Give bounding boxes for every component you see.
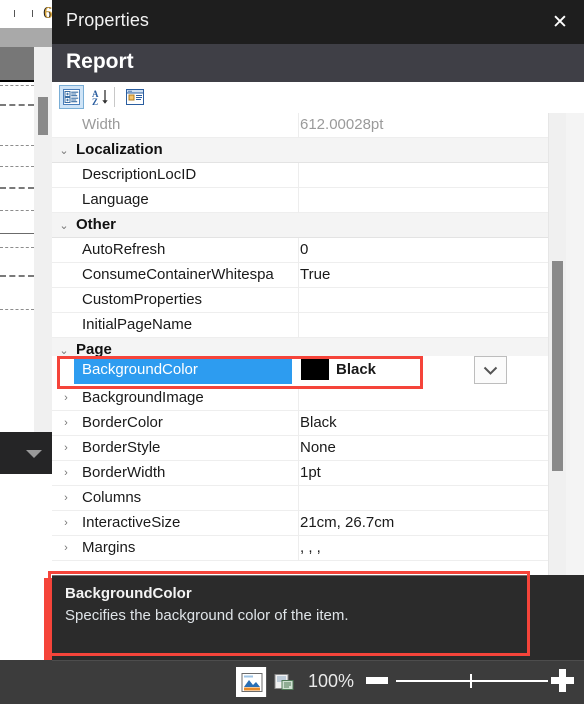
property-value[interactable]: None <box>300 436 544 460</box>
table-row[interactable]: Language <box>52 188 548 213</box>
zoom-slider-tick <box>470 674 472 688</box>
designer-scrollbar-thumb[interactable] <box>38 97 48 135</box>
table-row[interactable]: › BackgroundImage <box>52 386 548 411</box>
table-row[interactable]: › Columns <box>52 486 548 511</box>
property-name: AutoRefresh <box>82 241 166 258</box>
property-value[interactable] <box>300 163 544 187</box>
property-name: Margins <box>82 539 136 556</box>
property-name: BackgroundImage <box>82 389 204 406</box>
zoom-slider-track[interactable] <box>396 680 548 682</box>
panel-title: Properties <box>66 10 150 30</box>
chevron-right-icon[interactable]: › <box>58 436 74 460</box>
property-name: DescriptionLocID <box>82 166 197 183</box>
table-row[interactable]: › BorderColor Black <box>52 411 548 436</box>
property-value[interactable] <box>300 288 544 312</box>
alphabetical-sort-button[interactable]: A Z <box>88 85 113 109</box>
designer-band-divider <box>0 80 34 82</box>
chevron-right-icon[interactable]: › <box>58 461 74 485</box>
table-row[interactable]: › InteractiveSize 21cm, 26.7cm <box>52 511 548 536</box>
properties-grid: Width 612.00028pt ⌄ Localization Descrip… <box>52 113 584 575</box>
property-name: BorderColor <box>82 414 163 431</box>
category-row-other[interactable]: ⌄ Other <box>52 213 548 238</box>
grid-scrollbar-thumb[interactable] <box>552 261 563 471</box>
table-row[interactable]: ConsumeContainerWhitespa True <box>52 263 548 288</box>
chevron-right-icon[interactable]: › <box>58 536 74 560</box>
table-row[interactable]: AutoRefresh 0 <box>52 238 548 263</box>
table-row[interactable]: CustomProperties <box>52 288 548 313</box>
description-pane-filler <box>529 575 584 660</box>
property-value[interactable]: , , , <box>300 536 544 560</box>
annotation-edge <box>44 578 52 660</box>
chevron-right-icon[interactable]: › <box>58 386 74 410</box>
status-bar: 100% <box>52 660 584 704</box>
table-row[interactable]: Width 612.00028pt <box>52 113 548 138</box>
property-name: BorderStyle <box>82 439 161 456</box>
chevron-down-icon[interactable]: ⌄ <box>56 213 72 237</box>
table-row[interactable]: › BorderWidth 1pt <box>52 461 548 486</box>
svg-text:Z: Z <box>92 97 98 106</box>
property-name: Width <box>82 116 121 133</box>
categorized-view-button[interactable] <box>59 85 84 109</box>
designer-bottom-strip <box>0 660 52 704</box>
property-name: Columns <box>82 489 142 506</box>
property-name: ConsumeContainerWhitespa <box>82 266 274 283</box>
chevron-right-icon[interactable]: › <box>58 486 74 510</box>
designer-ruler: 6 6 <box>0 0 53 28</box>
panel-titlebar: Properties ✕ <box>52 0 584 44</box>
category-name: Localization <box>76 141 163 158</box>
table-row[interactable]: › BorderStyle None <box>52 436 548 461</box>
chevron-down-icon[interactable]: ⌄ <box>56 138 72 162</box>
description-text: Specifies the background color of the it… <box>65 607 349 624</box>
property-name-selected: BackgroundColor <box>74 356 292 384</box>
property-value[interactable] <box>300 486 544 510</box>
print-preview-button[interactable] <box>268 667 299 697</box>
color-dropdown-button[interactable] <box>474 356 507 384</box>
designer-top-band <box>0 28 52 47</box>
property-pages-button[interactable] <box>122 85 147 109</box>
property-value[interactable]: 21cm, 26.7cm <box>300 511 544 535</box>
property-name: CustomProperties <box>82 291 203 308</box>
property-value[interactable]: Black <box>300 411 544 435</box>
designer-canvas <box>0 47 34 432</box>
category-name: Other <box>76 216 117 233</box>
property-value[interactable]: True <box>300 263 544 287</box>
panel-subject: Report <box>66 50 134 73</box>
table-row[interactable]: › Margins , , , <box>52 536 548 561</box>
properties-toolbar: A Z <box>52 82 584 114</box>
table-row[interactable]: InitialPageName <box>52 313 548 338</box>
property-value[interactable] <box>300 386 544 410</box>
chevron-right-icon[interactable]: › <box>58 411 74 435</box>
triangle-down-icon[interactable] <box>26 450 42 458</box>
property-value[interactable]: 1pt <box>300 461 544 485</box>
close-icon[interactable]: ✕ <box>542 4 578 40</box>
property-name: InitialPageName <box>82 316 193 333</box>
description-title: BackgroundColor <box>65 585 192 602</box>
color-swatch[interactable] <box>301 359 329 380</box>
chevron-right-icon[interactable]: › <box>58 511 74 535</box>
plus-icon-vertical[interactable] <box>559 669 566 692</box>
designer-selected-band <box>0 47 34 80</box>
property-value[interactable]: 0 <box>300 238 544 262</box>
description-pane: BackgroundColor Specifies the background… <box>52 575 529 660</box>
property-value[interactable] <box>300 188 544 212</box>
table-row[interactable]: DescriptionLocID <box>52 163 548 188</box>
design-view-button[interactable] <box>236 667 267 697</box>
category-row-localization[interactable]: ⌄ Localization <box>52 138 548 163</box>
property-name: InteractiveSize <box>82 514 181 531</box>
property-value-selected[interactable]: Black <box>336 356 580 384</box>
property-value[interactable] <box>300 313 544 337</box>
property-name: Language <box>82 191 149 208</box>
zoom-level-label: 100% <box>308 671 355 691</box>
grid-right-margin <box>566 113 584 575</box>
property-name: BorderWidth <box>82 464 166 481</box>
minus-icon[interactable] <box>366 677 388 684</box>
property-value: 612.00028pt <box>300 116 384 133</box>
panel-subject-header: Report <box>52 44 584 82</box>
app-root: 6 6 Properties ✕ Report A Z Width 612.00… <box>0 0 584 704</box>
